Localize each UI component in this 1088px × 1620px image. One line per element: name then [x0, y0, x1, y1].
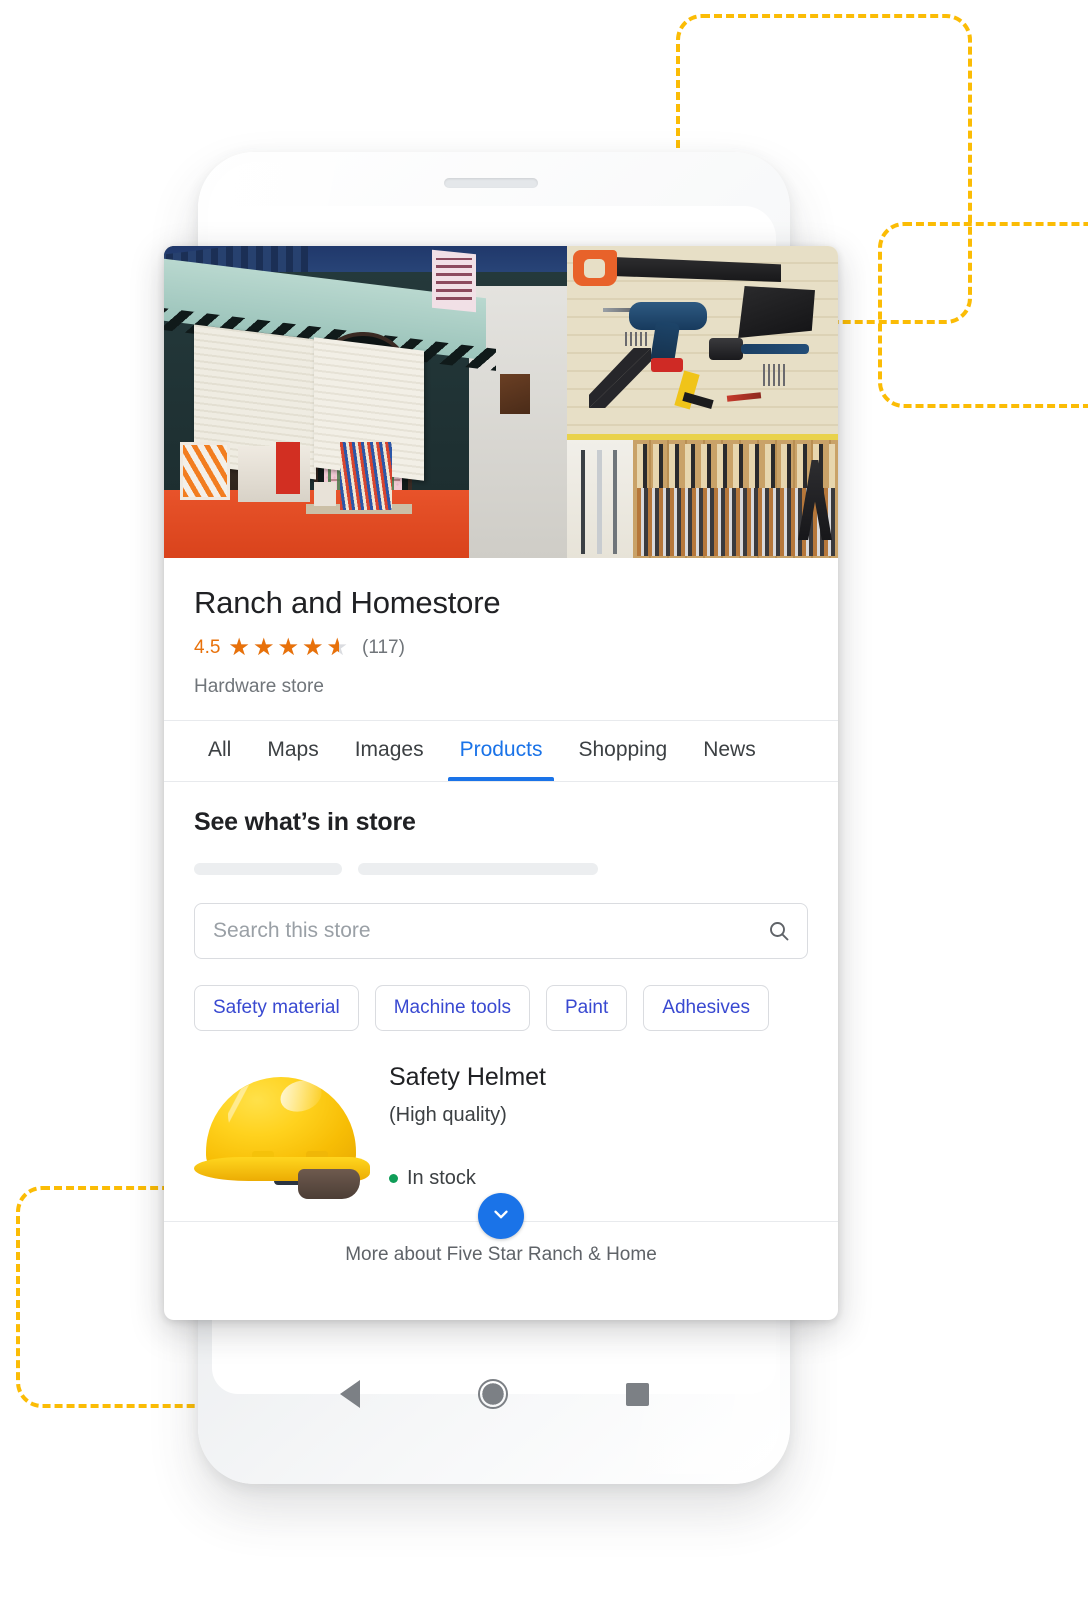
- result-tabs[interactable]: All Maps Images Products Shopping News: [164, 720, 838, 783]
- store-photo-gallery[interactable]: [164, 246, 838, 558]
- chip-adhesives[interactable]: Adhesives: [643, 985, 769, 1032]
- in-store-section: See what’s in store Search this store Sa…: [164, 782, 838, 1032]
- tab-products[interactable]: Products: [442, 721, 561, 782]
- recents-icon[interactable]: [625, 1382, 649, 1406]
- decorative-dashed-square-right: [878, 222, 1088, 408]
- tool-rack-photo[interactable]: [567, 440, 838, 558]
- search-icon[interactable]: [767, 919, 791, 943]
- store-photo-column: [567, 246, 838, 558]
- home-icon[interactable]: [477, 1379, 508, 1409]
- tab-all[interactable]: All: [190, 721, 249, 781]
- stock-status-label: In stock: [407, 1167, 476, 1190]
- rating-value: 4.5: [194, 637, 221, 659]
- screenshot-root: Ranch and Homestore 4.5 ★★★★★ ★★★★★ (117…: [0, 0, 1088, 1620]
- category-chip-row[interactable]: Safety material Machine tools Paint Adhe…: [194, 985, 808, 1032]
- phone-earpiece-speaker: [444, 178, 538, 188]
- skeleton-bar: [194, 863, 342, 876]
- product-subtitle: (High quality): [389, 1104, 507, 1127]
- page-title: Ranch and Homestore: [194, 585, 501, 620]
- skeleton-bar: [358, 863, 598, 876]
- tab-images[interactable]: Images: [337, 721, 442, 781]
- rating-row[interactable]: 4.5 ★★★★★ ★★★★★ (117): [194, 636, 808, 660]
- star-rating-icon: ★★★★★ ★★★★★: [228, 636, 351, 660]
- tab-news[interactable]: News: [685, 721, 774, 781]
- chip-paint[interactable]: Paint: [545, 985, 628, 1032]
- back-icon[interactable]: [339, 1380, 360, 1408]
- store-category: Hardware store: [194, 676, 324, 698]
- chevron-down-icon: [490, 1203, 512, 1230]
- card-footer: More about Five Star Ranch & Home: [164, 1193, 838, 1292]
- product-list-item[interactable]: Safety Helmet (High quality) In stock: [164, 1057, 838, 1200]
- stock-dot-icon: [389, 1174, 398, 1184]
- chip-safety-material[interactable]: Safety material: [194, 985, 359, 1032]
- loading-placeholder-row: [194, 863, 808, 876]
- product-details: Safety Helmet (High quality) In stock: [389, 1057, 546, 1190]
- safety-helmet-image[interactable]: [194, 1057, 379, 1200]
- review-count[interactable]: (117): [362, 637, 405, 659]
- product-name[interactable]: Safety Helmet: [389, 1063, 546, 1092]
- expand-button[interactable]: [478, 1193, 524, 1240]
- storefront-photo[interactable]: [164, 246, 567, 558]
- star-fill: ★★★★★: [228, 636, 338, 661]
- store-result-card: Ranch and Homestore 4.5 ★★★★★ ★★★★★ (117…: [164, 246, 838, 1320]
- tab-shopping[interactable]: Shopping: [560, 721, 685, 781]
- status-badge: In stock: [389, 1167, 546, 1190]
- tools-on-wall-photo[interactable]: [567, 246, 838, 440]
- chip-machine-tools[interactable]: Machine tools: [374, 985, 530, 1032]
- store-info-block: Ranch and Homestore 4.5 ★★★★★ ★★★★★ (117…: [164, 558, 838, 720]
- android-navigation-bar: [212, 1348, 776, 1440]
- tab-maps[interactable]: Maps: [249, 721, 336, 781]
- store-search-bar[interactable]: Search this store: [194, 903, 808, 960]
- section-title: See what’s in store: [194, 808, 416, 837]
- search-input[interactable]: Search this store: [213, 919, 767, 943]
